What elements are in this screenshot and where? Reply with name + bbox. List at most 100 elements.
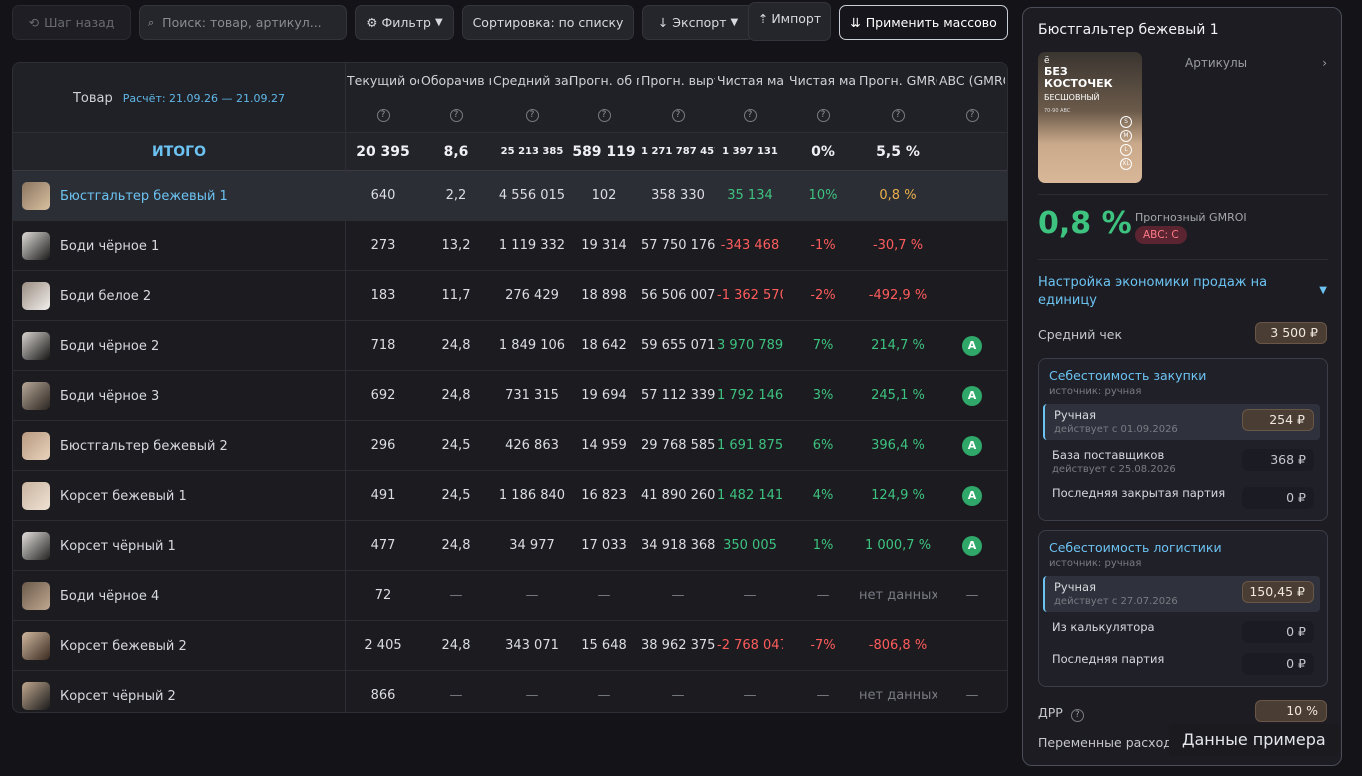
logistics-option-calculator[interactable]: Из калькулятора 0 ₽ (1043, 616, 1320, 652)
help-icon[interactable]: ? (743, 109, 757, 122)
cell-frozen: 1 849 106 (498, 338, 566, 353)
drr-input[interactable]: 10 % (1255, 700, 1327, 722)
cell-forecast-sales: 15 648 (581, 638, 627, 653)
divider (1038, 194, 1328, 195)
cell-forecast-revenue: 29 768 585 (641, 438, 715, 453)
cell-forecast-revenue: — (671, 588, 685, 603)
sample-data-tooltip: Данные примера (1169, 724, 1339, 756)
cell-net-margin: 1 691 875 (717, 438, 783, 453)
articles-link[interactable]: Артикулы (1185, 56, 1247, 70)
product-title: Бюстгальтер бежевый 1 (1038, 22, 1219, 38)
cell-abc (939, 221, 1005, 271)
gear-icon: ⚙ (366, 15, 378, 30)
totals-net-margin-pct: 0% (811, 144, 835, 160)
column-header[interactable]: Оборачив капитала? (421, 73, 491, 122)
search-input[interactable]: ⌕ Поиск: товар, артикул... (139, 5, 347, 40)
column-header[interactable]: ABC (GMROI)? (939, 73, 1005, 122)
cell-gmroi: 245,1 % (871, 388, 925, 403)
purchase-option-manual[interactable]: Ручная действует с 01.09.2026 254 ₽ (1043, 404, 1320, 440)
column-header[interactable]: Чистая маржин-т? (789, 73, 857, 122)
help-icon[interactable]: ? (671, 109, 685, 122)
column-header[interactable]: Чистая маржа, ₽? (717, 73, 783, 122)
product-thumbnail (22, 282, 50, 310)
cell-frozen: 1 119 332 (498, 238, 566, 253)
cell-forecast-revenue: 56 506 007 (641, 288, 715, 303)
cell-net-margin-pct: 1% (812, 538, 834, 553)
back-button[interactable]: ⟲ Шаг назад (12, 5, 131, 40)
cell-forecast-sales: — (597, 588, 611, 603)
help-icon[interactable]: ? (891, 109, 905, 122)
cell-net-margin-pct: 6% (812, 438, 834, 453)
product-cell[interactable]: Бюстгальтер бежевый 2 (13, 421, 346, 471)
column-header[interactable]: Текущий остаток, ш? (347, 73, 419, 122)
totals-turnover: 8,6 (443, 144, 469, 160)
product-cell[interactable]: Боди чёрное 1 (13, 221, 346, 271)
product-cell[interactable]: Боди белое 2 (13, 271, 346, 321)
product-thumbnail (22, 682, 50, 710)
logistics-option-last-batch[interactable]: Последняя партия 0 ₽ (1043, 648, 1320, 684)
help-icon[interactable]: ? (1070, 709, 1084, 722)
help-icon[interactable]: ? (816, 109, 830, 122)
product-cell[interactable]: Бюстгальтер бежевый 1 (13, 171, 346, 221)
cell-gmroi: 396,4 % (871, 438, 925, 453)
product-cell[interactable]: Корсет чёрный 1 (13, 521, 346, 571)
products-table: Товар Расчёт: 21.09.26 — 21.09.27 Текущи… (12, 62, 1008, 713)
chevron-right-icon[interactable]: › (1322, 56, 1327, 70)
cell-frozen: 343 071 (505, 638, 559, 653)
cell-abc: A (939, 371, 1005, 421)
export-button[interactable]: ↓ Экспорт ▼ (642, 5, 754, 40)
undo-icon: ⟲ (28, 15, 40, 30)
column-header[interactable]: Прогн. GMROI %? (859, 73, 937, 122)
product-cell[interactable]: Корсет бежевый 2 (13, 621, 346, 671)
purchase-option-last-batch[interactable]: Последняя закрытая партия 0 ₽ (1043, 482, 1320, 518)
cell-gmroi: 214,7 % (871, 338, 925, 353)
cell-stock: 2 405 (364, 638, 402, 653)
product-image[interactable]: ё БЕЗ КОСТОЧЕК БЕСШОВНЫЙ 70-90 ABC S M L … (1038, 52, 1142, 183)
apply-bulk-button[interactable]: ⇊ Применить массово (839, 5, 1008, 40)
purchase-manual-input[interactable]: 254 ₽ (1242, 409, 1314, 431)
sort-button[interactable]: Сортировка: по списку (462, 5, 634, 40)
cell-stock: 273 (370, 238, 396, 253)
cell-turnover: — (449, 688, 463, 703)
help-icon[interactable]: ? (449, 109, 463, 122)
cell-frozen: 426 863 (505, 438, 559, 453)
totals-gmroi: 5,5 % (876, 144, 920, 160)
product-cell[interactable]: Боди чёрное 3 (13, 371, 346, 421)
product-thumbnail (22, 332, 50, 360)
cell-forecast-sales: 17 033 (581, 538, 627, 553)
cell-forecast-revenue: 34 918 368 (641, 538, 715, 553)
column-header[interactable]: Средний заморож.? (493, 73, 571, 122)
cell-turnover: — (449, 588, 463, 603)
product-cell[interactable]: Корсет бежевый 1 (13, 471, 346, 521)
filter-button[interactable]: ⚙ Фильтр ▼ (355, 5, 454, 40)
purchase-option-supplier-base[interactable]: База поставщиков действует с 25.08.2026 … (1043, 444, 1320, 480)
avg-check-input[interactable]: 3 500 ₽ (1255, 322, 1327, 344)
product-cell[interactable]: Корсет чёрный 2 (13, 671, 346, 712)
cell-net-margin-pct: -2% (810, 288, 836, 303)
product-column-header[interactable]: Товар Расчёт: 21.09.26 — 21.09.27 (13, 63, 346, 133)
help-icon[interactable]: ? (597, 109, 611, 122)
cell-net-margin-pct: -1% (810, 238, 836, 253)
cell-frozen: 1 186 840 (498, 488, 566, 503)
cell-abc: — (965, 688, 979, 703)
chevron-down-icon[interactable]: ▼ (1319, 285, 1327, 296)
cell-net-margin-pct: 7% (812, 338, 834, 353)
product-cell[interactable]: Боди чёрное 2 (13, 321, 346, 371)
logistics-manual-input[interactable]: 150,45 ₽ (1242, 581, 1314, 603)
logistics-option-manual[interactable]: Ручная действует с 27.07.2026 150,45 ₽ (1043, 576, 1320, 612)
help-icon[interactable]: ? (376, 109, 390, 122)
economics-section-toggle[interactable]: Настройка экономики продаж на единицу (1038, 274, 1303, 310)
cell-net-margin: — (743, 588, 757, 603)
column-header[interactable]: Прогн. об продаж, ш? (569, 73, 639, 122)
import-button[interactable]: ⇡ Импорт (748, 2, 831, 41)
cell-stock: 72 (374, 588, 392, 603)
cell-gmroi: нет данных (859, 588, 937, 603)
help-icon[interactable]: ? (965, 109, 979, 122)
product-cell[interactable]: Боди чёрное 4 (13, 571, 346, 621)
cell-stock: 477 (370, 538, 396, 553)
column-header[interactable]: Прогн. выручка, ₽? (641, 73, 715, 122)
cell-stock: 692 (370, 388, 396, 403)
cell-stock: 183 (370, 288, 396, 303)
cell-frozen: — (525, 688, 539, 703)
help-icon[interactable]: ? (525, 109, 539, 122)
